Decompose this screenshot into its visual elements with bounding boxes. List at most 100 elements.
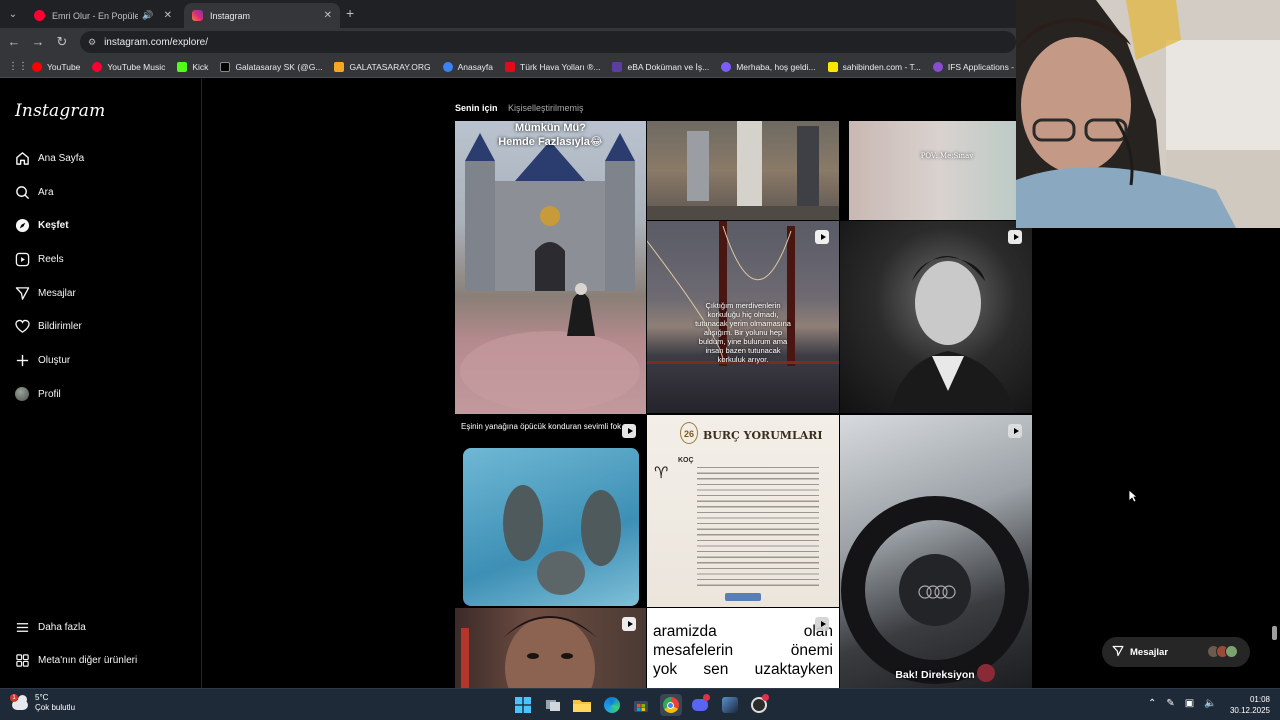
bookmark-galatasaray-org[interactable]: GALATASARAY.ORG <box>334 61 431 72</box>
weather-widget[interactable]: 1 5°C Çok bulutlu <box>10 693 75 713</box>
nav-label: Ara <box>38 186 54 198</box>
post-steering-wheel[interactable]: Bak! Direksiyon <box>840 415 1032 688</box>
discord-icon[interactable] <box>689 694 711 716</box>
new-tab-button[interactable]: + <box>346 5 354 21</box>
nav-label: Bildirimler <box>38 320 82 332</box>
explore-grid: Mümkün Mü? Hemde Fazlasıyla😂 POV: Me:Sın… <box>455 121 1032 688</box>
steering-wheel-image <box>841 496 1029 684</box>
task-view-icon[interactable] <box>542 694 564 716</box>
nav-messages[interactable]: Mesajlar <box>14 285 76 301</box>
network-icon[interactable]: ▣ <box>1185 698 1194 709</box>
clock[interactable]: 01:08 30.12.2025 <box>1222 694 1270 716</box>
post-dancing[interactable] <box>647 121 839 220</box>
aries-icon: ♈ <box>654 465 669 482</box>
bookmark-merhaba[interactable]: Merhaba, hoş geldi... <box>721 61 816 72</box>
weather-condition: Çok bulutlu <box>35 703 76 712</box>
nav-profile[interactable]: Profil <box>14 386 61 402</box>
file-explorer-icon[interactable] <box>571 694 593 716</box>
post-portrait[interactable] <box>840 221 1032 413</box>
windows-taskbar: 1 5°C Çok bulutlu ⌃ ✎ ▣ 🔈 01:08 30.12.20… <box>0 688 1280 720</box>
x-icon <box>220 61 231 72</box>
reel-icon <box>622 617 636 631</box>
mouse-cursor-icon <box>1128 489 1138 503</box>
bookmark-youtube[interactable]: YouTube <box>32 61 80 72</box>
address-bar[interactable]: ⚙ instagram.com/explore/ <box>80 31 1016 53</box>
send-icon <box>1112 645 1124 660</box>
nav-meta-products[interactable]: Meta'nın diğer ürünleri <box>14 652 137 668</box>
post-caption: aramizda olan mesafelerin önemi yok sen … <box>653 623 833 678</box>
post-caption: Çıktığım merdivenlerin korkuluğu hiç olm… <box>695 301 791 364</box>
site-info-icon[interactable]: ⚙ <box>88 37 96 48</box>
grid-icon <box>14 652 30 668</box>
forward-button[interactable]: → <box>30 34 46 49</box>
page-scrollbar[interactable] <box>1272 626 1277 640</box>
post-man[interactable] <box>455 608 646 688</box>
nav-search[interactable]: Ara <box>14 184 54 200</box>
messages-bubble[interactable]: Mesajlar <box>1102 637 1250 667</box>
instagram-logo[interactable]: Instagram <box>15 101 105 121</box>
send-icon <box>14 285 30 301</box>
nav-label: Mesajlar <box>38 287 76 299</box>
logo-mark <box>725 593 761 601</box>
nav-reels[interactable]: Reels <box>14 251 64 267</box>
home-icon <box>14 150 30 166</box>
windows-start-icon[interactable] <box>512 694 534 716</box>
youtube-icon <box>32 61 42 72</box>
edge-icon[interactable] <box>601 694 623 716</box>
man-image <box>461 616 597 688</box>
steam-icon[interactable] <box>719 694 741 716</box>
post-quote[interactable]: aramizda olan mesafelerin önemi yok sen … <box>647 608 839 688</box>
reel-icon <box>815 617 829 631</box>
pen-icon[interactable]: ✎ <box>1166 698 1174 709</box>
post-horoscope[interactable]: 26 BURÇ YORUMLARI KOÇ ♈ <box>647 415 839 607</box>
post-bridge[interactable]: Çıktığım merdivenlerin korkuluğu hiç olm… <box>647 221 839 413</box>
horoscope-sign: KOÇ <box>678 457 694 464</box>
volume-icon[interactable]: 🔈 <box>1204 698 1216 709</box>
bookmark-galatasaray-x[interactable]: Galatasaray SK (@G... <box>220 61 322 72</box>
instagram-icon <box>192 10 203 21</box>
nav-label: Daha fazla <box>38 621 86 633</box>
nav-home[interactable]: Ana Sayfa <box>14 150 84 166</box>
heart-icon <box>14 318 30 334</box>
reload-button[interactable]: ↻ <box>54 34 70 50</box>
back-button[interactable]: ← <box>6 34 22 49</box>
post-caption: POV: Me:Sınav <box>920 152 974 160</box>
chrome-icon[interactable] <box>659 694 682 716</box>
eba-icon <box>612 61 623 72</box>
chevron-up-icon[interactable]: ⌃ <box>1148 698 1156 709</box>
nav-more[interactable]: Daha fazla <box>14 619 86 635</box>
close-tab-icon[interactable]: ✕ <box>324 10 332 21</box>
bookmark-kick[interactable]: Kick <box>177 61 208 72</box>
bookmark-thy[interactable]: Türk Hava Yolları ®... <box>505 61 600 72</box>
youtube-music-icon <box>34 10 45 21</box>
nav-label: Keşfet <box>38 219 69 231</box>
nav-label: Oluştur <box>38 354 71 366</box>
tab-for-you[interactable]: Senin için <box>455 103 498 113</box>
tab-not-personalized[interactable]: Kişiselleştirilmemiş <box>508 103 584 113</box>
bookmark-youtube-music[interactable]: YouTube Music <box>92 61 165 72</box>
cloud-icon: 1 <box>10 694 30 712</box>
nav-label: Profil <box>38 388 61 400</box>
galatasaray-icon <box>334 61 345 72</box>
obs-icon[interactable] <box>748 694 770 716</box>
bookmark-anasayfa[interactable]: Anasayfa <box>442 61 493 72</box>
compass-icon <box>14 217 30 233</box>
bookmark-sahibinden[interactable]: sahibinden.com - T... <box>827 61 921 72</box>
speaker-icon[interactable]: 🔊 <box>142 10 153 21</box>
explore-tabs: Senin için Kişiselleştirilmemiş <box>455 103 592 113</box>
bookmark-eba[interactable]: eBA Doküman ve İş... <box>612 61 709 72</box>
store-icon[interactable] <box>630 694 652 716</box>
close-tab-icon[interactable]: ✕ <box>164 10 172 21</box>
post-baby[interactable]: POV: Me:Sınav <box>849 121 1032 220</box>
nav-explore[interactable]: Keşfet <box>14 217 69 233</box>
apps-grid-icon[interactable]: ⋮⋮ <box>8 61 28 72</box>
nav-notifications[interactable]: Bildirimler <box>14 318 82 334</box>
system-tray: ⌃ ✎ ▣ 🔈 <box>1148 698 1227 709</box>
tab-instagram[interactable]: Instagram ✕ <box>184 3 340 28</box>
tab-search-chevron-icon[interactable]: ⌄ <box>4 5 22 23</box>
tab-youtube-music[interactable]: Emri Olur - En Popüler 100 Sevilen 🔊 ✕ <box>26 3 180 28</box>
post-castle[interactable]: Mümkün Mü? Hemde Fazlasıyla😂 <box>455 121 646 414</box>
post-seals[interactable]: Eşinin yanağına öpücük konduran sevimli … <box>455 415 646 607</box>
nav-create[interactable]: Oluştur <box>14 352 70 368</box>
menu-icon <box>14 619 30 635</box>
